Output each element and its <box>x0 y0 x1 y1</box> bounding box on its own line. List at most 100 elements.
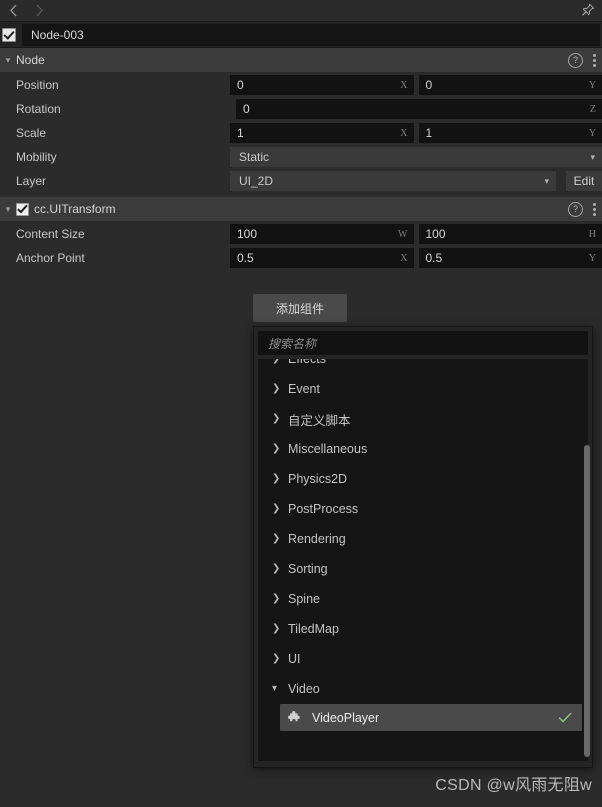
component-category-UI[interactable]: ❯ UI <box>258 644 588 674</box>
scale-x-value: 1 <box>237 126 244 140</box>
property-label-scale: Scale <box>16 126 47 140</box>
check-icon <box>558 711 572 725</box>
content-size-height-axis-label: H <box>588 228 596 240</box>
chevron-down-icon: ▾ <box>272 683 278 694</box>
component-category-Effects[interactable]: ❯Effects <box>258 359 588 374</box>
chevron-right-icon: ❯ <box>272 653 281 664</box>
content-size-height-input[interactable]: 100 H <box>418 224 602 244</box>
component-category-Sorting[interactable]: ❯ Sorting <box>258 554 588 584</box>
content-size-width-input[interactable]: 100 W <box>230 224 414 244</box>
component-picker-dropdown: 搜索名称 ❯Effects❯Event❯自定义脚本❯Miscellaneous❯… <box>253 326 593 768</box>
layer-edit-button[interactable]: Edit <box>566 171 602 191</box>
back-button[interactable] <box>0 1 26 21</box>
forward-button[interactable] <box>26 1 52 21</box>
property-fields-content-size: 100 W 100 H <box>230 224 602 244</box>
component-item-VideoPlayer[interactable]: VideoPlayer <box>280 704 582 731</box>
scale-y-value: 1 <box>425 126 433 140</box>
uitransform-enabled-checkbox[interactable] <box>16 202 29 216</box>
component-category-label: Sorting <box>288 562 328 576</box>
layer-value: UI_2D <box>239 174 274 188</box>
anchor-point-x-input[interactable]: 0.5 X <box>230 248 414 268</box>
property-fields-layer: UI_2D ▾ Edit <box>230 171 602 191</box>
property-row-position: Position 0 X 0 Y <box>0 73 602 97</box>
property-label-position: Position <box>16 78 59 92</box>
node-name-input[interactable]: Node-003 <box>22 23 600 46</box>
property-label-rotation: Rotation <box>16 102 61 116</box>
pin-icon <box>582 3 595 16</box>
add-component-button[interactable]: 添加组件 <box>253 294 347 322</box>
component-list-scrollbar[interactable] <box>584 445 590 757</box>
component-search-input[interactable]: 搜索名称 <box>258 331 588 355</box>
chevron-right-icon: ❯ <box>272 443 281 454</box>
inspector-toolbar <box>0 0 602 22</box>
component-category-TiledMap[interactable]: ❯ TiledMap <box>258 614 588 644</box>
node-name-value: Node-003 <box>31 27 84 42</box>
component-category-label: TiledMap <box>288 622 339 636</box>
property-fields-scale: 1 X 1 Y <box>230 123 602 143</box>
node-name-row: Node-003 <box>0 22 602 48</box>
component-category-label: Event <box>288 382 320 396</box>
component-category-自定义脚本[interactable]: ❯ 自定义脚本 <box>258 404 588 434</box>
rotation-z-input[interactable]: 0 Z <box>236 99 602 119</box>
component-category-Spine[interactable]: ❯ Spine <box>258 584 588 614</box>
chevron-down-icon[interactable]: ▾ <box>0 55 16 65</box>
section-title-node: Node <box>16 53 45 67</box>
chevron-right-icon: ❯ <box>272 383 281 394</box>
component-category-Video[interactable]: ▾ Video <box>258 674 588 704</box>
component-search-placeholder: 搜索名称 <box>268 336 317 351</box>
layer-edit-label: Edit <box>573 174 595 188</box>
pin-button[interactable] <box>581 3 595 17</box>
chevron-down-icon[interactable]: ▾ <box>0 204 16 214</box>
kebab-menu-icon[interactable] <box>593 202 596 216</box>
chevron-right-icon: ❯ <box>272 359 288 364</box>
property-row-mobility: Mobility Static ▾ <box>0 145 602 169</box>
property-fields-anchor-point: 0.5 X 0.5 Y <box>230 248 602 268</box>
rotation-z-value: 0 <box>243 102 250 116</box>
component-category-Physics2D[interactable]: ❯ Physics2D <box>258 464 588 494</box>
scale-x-axis-label: X <box>400 127 408 139</box>
layer-select[interactable]: UI_2D ▾ <box>230 171 556 191</box>
anchor-point-y-input[interactable]: 0.5 Y <box>418 248 602 268</box>
property-fields-rotation: 0 Z <box>230 99 602 119</box>
property-row-layer: Layer UI_2D ▾ Edit <box>0 169 602 193</box>
property-row-anchor-point: Anchor Point 0.5 X 0.5 Y <box>0 246 602 270</box>
chevron-right-icon: ❯ <box>272 503 281 514</box>
chevron-right-icon: ❯ <box>272 473 281 484</box>
component-category-Rendering[interactable]: ❯ Rendering <box>258 524 588 554</box>
component-category-PostProcess[interactable]: ❯ PostProcess <box>258 494 588 524</box>
anchor-point-y-axis-label: Y <box>588 252 596 264</box>
property-row-scale: Scale 1 X 1 Y <box>0 121 602 145</box>
section-header-icons-uitransform: ? <box>568 201 596 217</box>
chevron-down-icon: ▾ <box>544 175 549 186</box>
chevron-right-icon: ❯ <box>272 533 281 544</box>
anchor-point-x-value: 0.5 <box>237 251 254 265</box>
mobility-select[interactable]: Static ▾ <box>230 147 602 167</box>
position-x-input[interactable]: 0 X <box>230 75 414 95</box>
component-category-Event[interactable]: ❯ Event <box>258 374 588 404</box>
node-enabled-checkbox[interactable] <box>2 27 16 42</box>
section-header-node[interactable]: ▾ Node ? <box>0 48 602 73</box>
section-header-uitransform[interactable]: ▾ cc.UITransform ? <box>0 197 602 222</box>
property-label-mobility: Mobility <box>16 150 57 164</box>
help-circle-icon[interactable]: ? <box>568 201 583 217</box>
component-category-label: Spine <box>288 592 320 606</box>
position-x-value: 0 <box>237 78 244 92</box>
kebab-menu-icon[interactable] <box>593 53 596 67</box>
add-component-label: 添加组件 <box>275 301 324 316</box>
component-item-label: VideoPlayer <box>312 710 380 725</box>
scale-y-input[interactable]: 1 Y <box>418 123 602 143</box>
component-category-label: Physics2D <box>288 472 348 486</box>
scale-x-input[interactable]: 1 X <box>230 123 414 143</box>
component-category-Miscellaneous[interactable]: ❯ Miscellaneous <box>258 434 588 464</box>
property-row-rotation: Rotation 0 Z <box>0 97 602 121</box>
property-label-content-size: Content Size <box>16 227 85 241</box>
property-fields-position: 0 X 0 Y <box>230 75 602 95</box>
position-y-input[interactable]: 0 Y <box>418 75 602 95</box>
help-circle-icon[interactable]: ? <box>568 52 583 68</box>
chevron-right-icon: ❯ <box>272 593 281 604</box>
content-size-width-value: 100 <box>237 227 258 241</box>
mobility-value: Static <box>239 150 270 164</box>
component-category-label: PostProcess <box>288 502 359 516</box>
section-title-uitransform: cc.UITransform <box>34 202 116 216</box>
component-category-label: Effects <box>288 359 326 366</box>
